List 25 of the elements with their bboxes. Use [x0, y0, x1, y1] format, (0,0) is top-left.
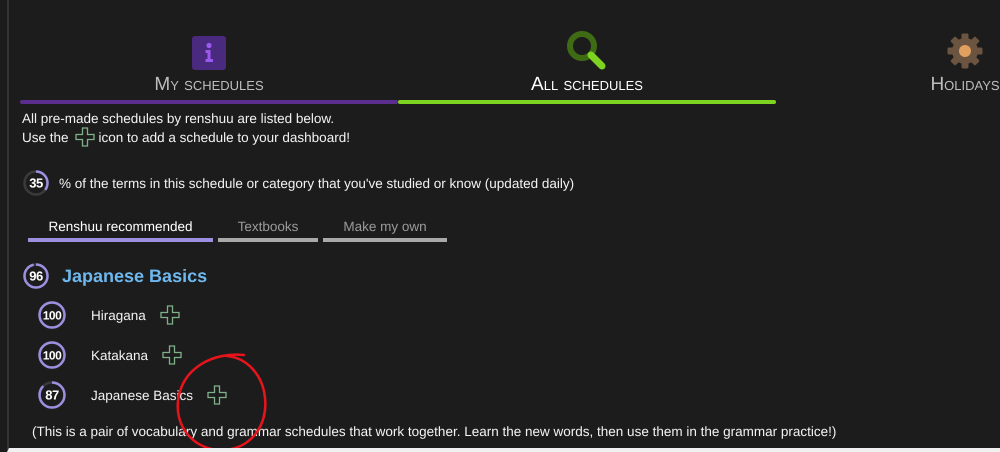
progress-ring: 35 [22, 169, 50, 197]
schedule-name: Hiragana [91, 308, 146, 322]
progress-ring: 100 [37, 340, 67, 370]
schedule-name: Katakana [91, 348, 148, 362]
add-icon[interactable] [162, 345, 182, 365]
nav-tab[interactable]: My schedules [20, 28, 398, 104]
add-icon[interactable] [160, 305, 180, 325]
add-icon[interactable] [207, 385, 228, 405]
intro-text: icon to add a schedule to your dashboard! [98, 128, 350, 146]
add-icon[interactable] [74, 127, 95, 147]
progress-ring: 96 [22, 262, 50, 290]
category-title[interactable]: Japanese Basics [62, 266, 208, 286]
category-tab[interactable]: Make my own [323, 219, 447, 242]
search-icon [566, 30, 608, 70]
nav-tab[interactable]: All schedules [398, 28, 776, 104]
intro-text: All pre-made schedules by renshuu are listed below. [22, 110, 336, 127]
category-tab[interactable]: Textbooks [218, 219, 318, 242]
legend-text: % of the terms in this schedule or category that you've studied or know (updated daily) [59, 176, 574, 190]
gear-icon [946, 32, 984, 70]
nav-tab[interactable]: Holidays [776, 28, 1000, 104]
progress-ring: 87 [37, 380, 67, 410]
category-tab[interactable]: Renshuu recommended [28, 219, 213, 242]
progress-ring: 100 [37, 300, 67, 330]
info-icon [192, 36, 226, 70]
intro-text: Use the [22, 128, 69, 146]
